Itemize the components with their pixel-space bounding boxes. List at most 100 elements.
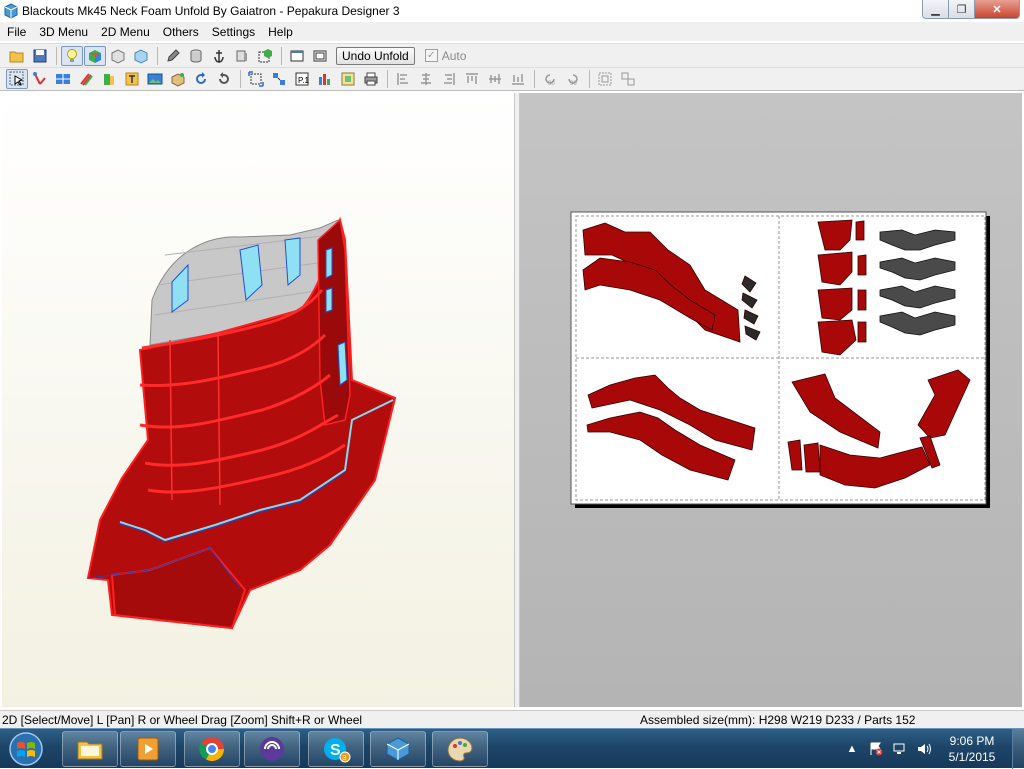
main-toolbar: Undo Unfold ✓ Auto	[0, 43, 1024, 67]
menu-2d[interactable]: 2D Menu	[94, 25, 156, 39]
windows-taskbar: S3 ▲ 9:06 PM 5/1/2015	[0, 728, 1024, 769]
taskbar-explorer[interactable]	[62, 731, 118, 767]
svg-text:P.1: P.1	[298, 76, 310, 85]
anchor-button[interactable]	[208, 46, 230, 66]
cylinder-button[interactable]	[185, 46, 207, 66]
align-bottom-icon	[512, 74, 524, 85]
window-title: Blackouts Mk45 Neck Foam Unfold By Gaiat…	[22, 4, 400, 18]
align-middle-button[interactable]	[484, 69, 506, 89]
single-view-button[interactable]	[286, 46, 308, 66]
fit-button[interactable]	[245, 69, 267, 89]
texture-button[interactable]	[84, 45, 106, 66]
auto-checkbox-group: ✓ Auto	[424, 48, 467, 63]
flap-icon	[104, 74, 114, 85]
layout-button[interactable]	[314, 69, 336, 89]
print-button[interactable]	[360, 69, 382, 89]
color-tool-button[interactable]	[75, 69, 97, 89]
edit-tool-button[interactable]	[162, 46, 184, 66]
panel-button[interactable]	[231, 46, 253, 66]
pepakura-app-icon[interactable]	[3, 3, 19, 19]
rotate-90-left-button[interactable]: 90	[539, 69, 561, 89]
group-button[interactable]	[594, 69, 616, 89]
box-tool-button[interactable]	[167, 69, 189, 89]
show-desktop-button[interactable]	[1012, 729, 1024, 769]
light-button[interactable]	[61, 45, 83, 66]
print-preview-button[interactable]	[337, 69, 359, 89]
align-top-button[interactable]	[461, 69, 483, 89]
green-cube-icon	[258, 48, 272, 62]
split-view-button[interactable]	[309, 46, 331, 66]
flat-cube-button[interactable]	[130, 46, 152, 66]
2d-pattern-canvas[interactable]	[520, 93, 1022, 707]
paint-palette-icon	[447, 737, 473, 762]
wireframe-cube-button[interactable]	[107, 46, 129, 66]
align-bottom-button[interactable]	[507, 69, 529, 89]
cube-select-button[interactable]	[254, 46, 276, 66]
auto-label: Auto	[441, 48, 467, 63]
menu-others[interactable]: Others	[156, 25, 205, 39]
title-bar: Blackouts Mk45 Neck Foam Unfold By Gaiat…	[0, 0, 1024, 22]
align-top-icon	[466, 73, 478, 84]
align-center-button[interactable]	[415, 69, 437, 89]
toolbar-separator	[281, 46, 282, 65]
svg-text:90: 90	[548, 81, 555, 87]
taskbar-torrent[interactable]	[244, 731, 300, 767]
menu-help[interactable]: Help	[261, 25, 299, 39]
floppy-disk-icon	[33, 49, 47, 62]
menu-3d[interactable]: 3D Menu	[32, 25, 94, 39]
rotate-90-right-icon: 90	[568, 74, 578, 87]
maximize-button[interactable]: ❐	[949, 0, 975, 18]
taskbar-paint[interactable]	[432, 731, 488, 767]
toolbar-separator	[534, 70, 535, 88]
rotate-90-right-button[interactable]: 90	[562, 69, 584, 89]
colored-cube-icon	[89, 49, 101, 63]
align-right-button[interactable]	[438, 69, 460, 89]
menu-file[interactable]: File	[0, 25, 32, 39]
ungroup-button[interactable]	[617, 69, 639, 89]
minimize-button[interactable]: ▁	[923, 0, 949, 18]
toolbar-separator	[240, 70, 241, 88]
svg-text:90: 90	[570, 81, 577, 87]
edge-tool-button[interactable]	[29, 69, 51, 89]
chrome-icon	[199, 737, 224, 762]
select-tool-button[interactable]	[6, 69, 28, 89]
close-button[interactable]: ✕	[975, 0, 1019, 18]
network-icon[interactable]	[891, 740, 909, 758]
auto-checkbox[interactable]: ✓	[424, 49, 438, 62]
flap-tool-button[interactable]	[98, 69, 120, 89]
text-tool-button[interactable]	[121, 69, 143, 89]
layout-chart-icon	[319, 74, 330, 85]
start-button[interactable]	[4, 731, 48, 767]
action-center-icon[interactable]	[867, 740, 885, 758]
save-button[interactable]	[29, 46, 51, 66]
taskbar-clock[interactable]: 9:06 PM 5/1/2015	[940, 733, 1004, 765]
taskbar-skype[interactable]: S3	[308, 731, 364, 767]
window-controls: ▁ ❐ ✕	[922, 0, 1020, 19]
page-number-button[interactable]: P.1	[291, 69, 313, 89]
folder-open-icon	[9, 51, 24, 62]
image-tool-button[interactable]	[144, 69, 166, 89]
3d-view-panel[interactable]	[2, 93, 514, 707]
menu-settings[interactable]: Settings	[205, 25, 261, 39]
rotate-left-button[interactable]	[190, 69, 212, 89]
align-center-icon	[421, 73, 431, 85]
3d-model-canvas[interactable]	[2, 93, 514, 707]
2d-view-panel[interactable]	[520, 93, 1022, 707]
align-left-icon	[397, 73, 408, 85]
taskbar-media-player[interactable]	[120, 731, 176, 767]
skype-notification-badge: 3	[343, 755, 347, 762]
align-left-button[interactable]	[392, 69, 414, 89]
paper-tool-button[interactable]	[52, 69, 74, 89]
open-button[interactable]	[6, 46, 28, 66]
taskbar-chrome[interactable]	[184, 731, 240, 767]
volume-icon[interactable]	[915, 740, 933, 758]
blue-cube-icon	[134, 48, 148, 64]
show-hidden-icons-button[interactable]: ▲	[843, 740, 861, 758]
pencil-icon	[167, 48, 180, 62]
box-icon	[171, 73, 185, 87]
rotate-right-button[interactable]	[213, 69, 235, 89]
undo-unfold-button[interactable]: Undo Unfold	[336, 46, 415, 65]
image-icon	[147, 73, 163, 85]
arrange-button[interactable]	[268, 69, 290, 89]
taskbar-pepakura[interactable]	[370, 731, 426, 767]
